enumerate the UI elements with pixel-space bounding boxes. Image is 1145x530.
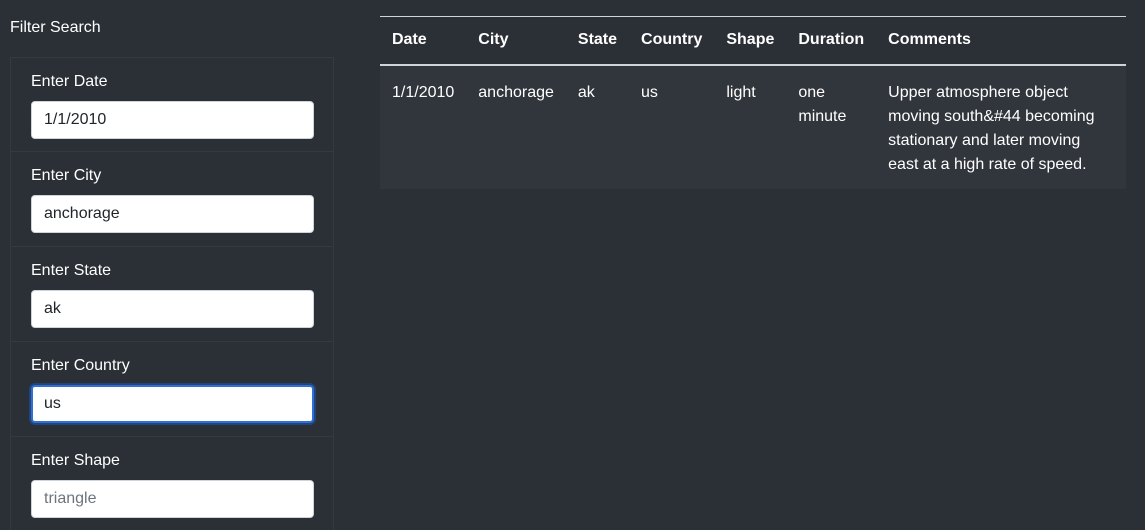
filter-search-title: Filter Search	[10, 19, 101, 36]
header-date: Date	[380, 16, 467, 66]
header-city: City	[466, 16, 566, 66]
filter-item-country: Enter Country	[10, 342, 334, 437]
filter-sidebar: Filter Search Enter Date Enter City Ente…	[0, 0, 345, 530]
cell-country: us	[629, 64, 715, 189]
state-label: Enter State	[31, 262, 112, 279]
country-label: Enter Country	[31, 357, 130, 374]
state-input[interactable]	[31, 290, 314, 328]
filter-item-shape: Enter Shape	[10, 437, 334, 530]
table-header: Date City State Country Shape Duration C…	[380, 16, 1126, 66]
header-shape: Shape	[714, 16, 787, 66]
country-input[interactable]	[31, 385, 314, 423]
header-row: Date City State Country Shape Duration C…	[380, 16, 1126, 66]
date-input[interactable]	[31, 101, 314, 139]
shape-label: Enter Shape	[31, 452, 120, 469]
cell-date: 1/1/2010	[380, 64, 467, 189]
city-label: Enter City	[31, 167, 102, 184]
filter-item-date: Enter Date	[10, 57, 334, 152]
shape-input[interactable]	[31, 480, 314, 518]
cell-shape: light	[714, 64, 787, 189]
table-row: 1/1/2010 anchorage ak us light one minut…	[380, 64, 1126, 189]
header-state: State	[565, 16, 630, 66]
page: Filter Search Enter Date Enter City Ente…	[0, 0, 1145, 530]
header-comments: Comments	[876, 16, 1126, 66]
city-input[interactable]	[31, 195, 314, 233]
header-duration: Duration	[786, 16, 877, 66]
cell-city: anchorage	[466, 64, 566, 189]
cell-duration: one minute	[786, 64, 877, 189]
cell-state: ak	[565, 64, 630, 189]
ufo-table-container: Date City State Country Shape Duration C…	[380, 16, 1126, 189]
header-country: Country	[629, 16, 715, 66]
filter-list: Enter Date Enter City Enter State Enter …	[10, 57, 334, 530]
filter-item-city: Enter City	[10, 152, 334, 247]
table-body: 1/1/2010 anchorage ak us light one minut…	[380, 64, 1126, 189]
date-label: Enter Date	[31, 73, 108, 90]
filter-item-state: Enter State	[10, 247, 334, 342]
cell-comments: Upper atmosphere object moving south&#44…	[876, 64, 1126, 189]
ufo-table: Date City State Country Shape Duration C…	[380, 16, 1126, 189]
